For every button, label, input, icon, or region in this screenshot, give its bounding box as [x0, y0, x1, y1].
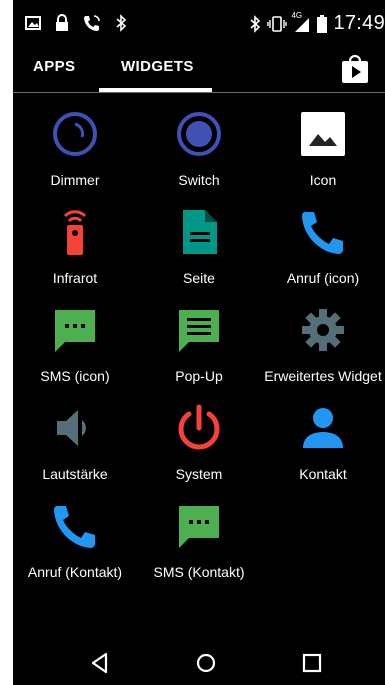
widget-label: SMS (icon)	[40, 368, 110, 384]
person-icon	[299, 404, 347, 452]
signal-icon: 4G	[291, 11, 311, 33]
widget-label: Lautstärke	[42, 466, 108, 482]
phone-call-icon	[83, 14, 101, 32]
widget-label: Seite	[183, 270, 215, 286]
back-icon[interactable]	[87, 650, 113, 676]
image-icon	[299, 110, 347, 158]
remote-icon	[51, 208, 99, 256]
widget-erweitertes[interactable]: Erweitertes Widget	[261, 296, 385, 394]
widget-dimmer[interactable]: Dimmer	[13, 100, 137, 198]
widget-label: SMS (Kontakt)	[153, 564, 245, 580]
widget-anruf-icon[interactable]: Anruf (icon)	[261, 198, 385, 296]
tab-bar: APPS WIDGETS	[13, 48, 385, 92]
widget-label: Infrarot	[52, 270, 98, 286]
document-icon	[175, 208, 223, 256]
play-store-icon[interactable]	[339, 54, 371, 86]
phone-screen: 4G 17:49 APPS WIDGETS Dimmer Switch Icon…	[13, 0, 385, 685]
widget-sms-kontakt[interactable]: SMS (Kontakt)	[137, 492, 261, 590]
widget-label: Erweitertes Widget	[264, 368, 382, 384]
phone-icon	[299, 208, 347, 256]
widget-kontakt[interactable]: Kontakt	[261, 394, 385, 492]
message-icon	[175, 306, 223, 354]
sms-icon	[175, 502, 223, 550]
sms-icon	[51, 306, 99, 354]
widget-label: Kontakt	[299, 466, 347, 482]
widget-seite[interactable]: Seite	[137, 198, 261, 296]
widget-switch[interactable]: Switch	[137, 100, 261, 198]
status-bar: 4G 17:49	[13, 0, 385, 48]
vibrate-icon	[267, 15, 288, 33]
widget-pop-up[interactable]: Pop-Up	[137, 296, 261, 394]
widget-lautstaerke[interactable]: Lautstärke	[13, 394, 137, 492]
widget-label: Icon	[309, 172, 337, 188]
recents-icon[interactable]	[299, 650, 325, 676]
phone-icon	[51, 502, 99, 550]
widget-icon[interactable]: Icon	[261, 100, 385, 198]
battery-icon	[317, 14, 328, 33]
dimmer-icon	[51, 110, 99, 158]
home-icon[interactable]	[193, 650, 219, 676]
widget-infrarot[interactable]: Infrarot	[13, 198, 137, 296]
widget-anruf-kontakt[interactable]: Anruf (Kontakt)	[13, 492, 137, 590]
tab-apps[interactable]: APPS	[33, 58, 75, 75]
widget-label: System	[175, 466, 223, 482]
clock: 17:49	[333, 12, 385, 34]
navigation-bar	[13, 640, 385, 685]
tab-divider	[13, 92, 385, 93]
bluetooth-icon	[249, 14, 261, 33]
tab-widgets[interactable]: WIDGETS	[121, 58, 194, 75]
widget-label: Dimmer	[50, 172, 100, 188]
widget-label: Anruf (Kontakt)	[27, 564, 123, 580]
lock-icon	[55, 14, 69, 32]
widget-label: Switch	[178, 172, 220, 188]
widget-label: Anruf (icon)	[286, 270, 360, 286]
switch-icon	[175, 110, 223, 158]
widget-label: Pop-Up	[175, 368, 223, 384]
widget-sms-icon[interactable]: SMS (icon)	[13, 296, 137, 394]
image-icon	[25, 15, 41, 31]
network-type-label: 4G	[291, 10, 303, 20]
power-icon	[175, 404, 223, 452]
speaker-icon	[51, 404, 99, 452]
bluetooth-icon	[115, 14, 127, 32]
gear-icon	[299, 306, 347, 354]
widget-system[interactable]: System	[137, 394, 261, 492]
